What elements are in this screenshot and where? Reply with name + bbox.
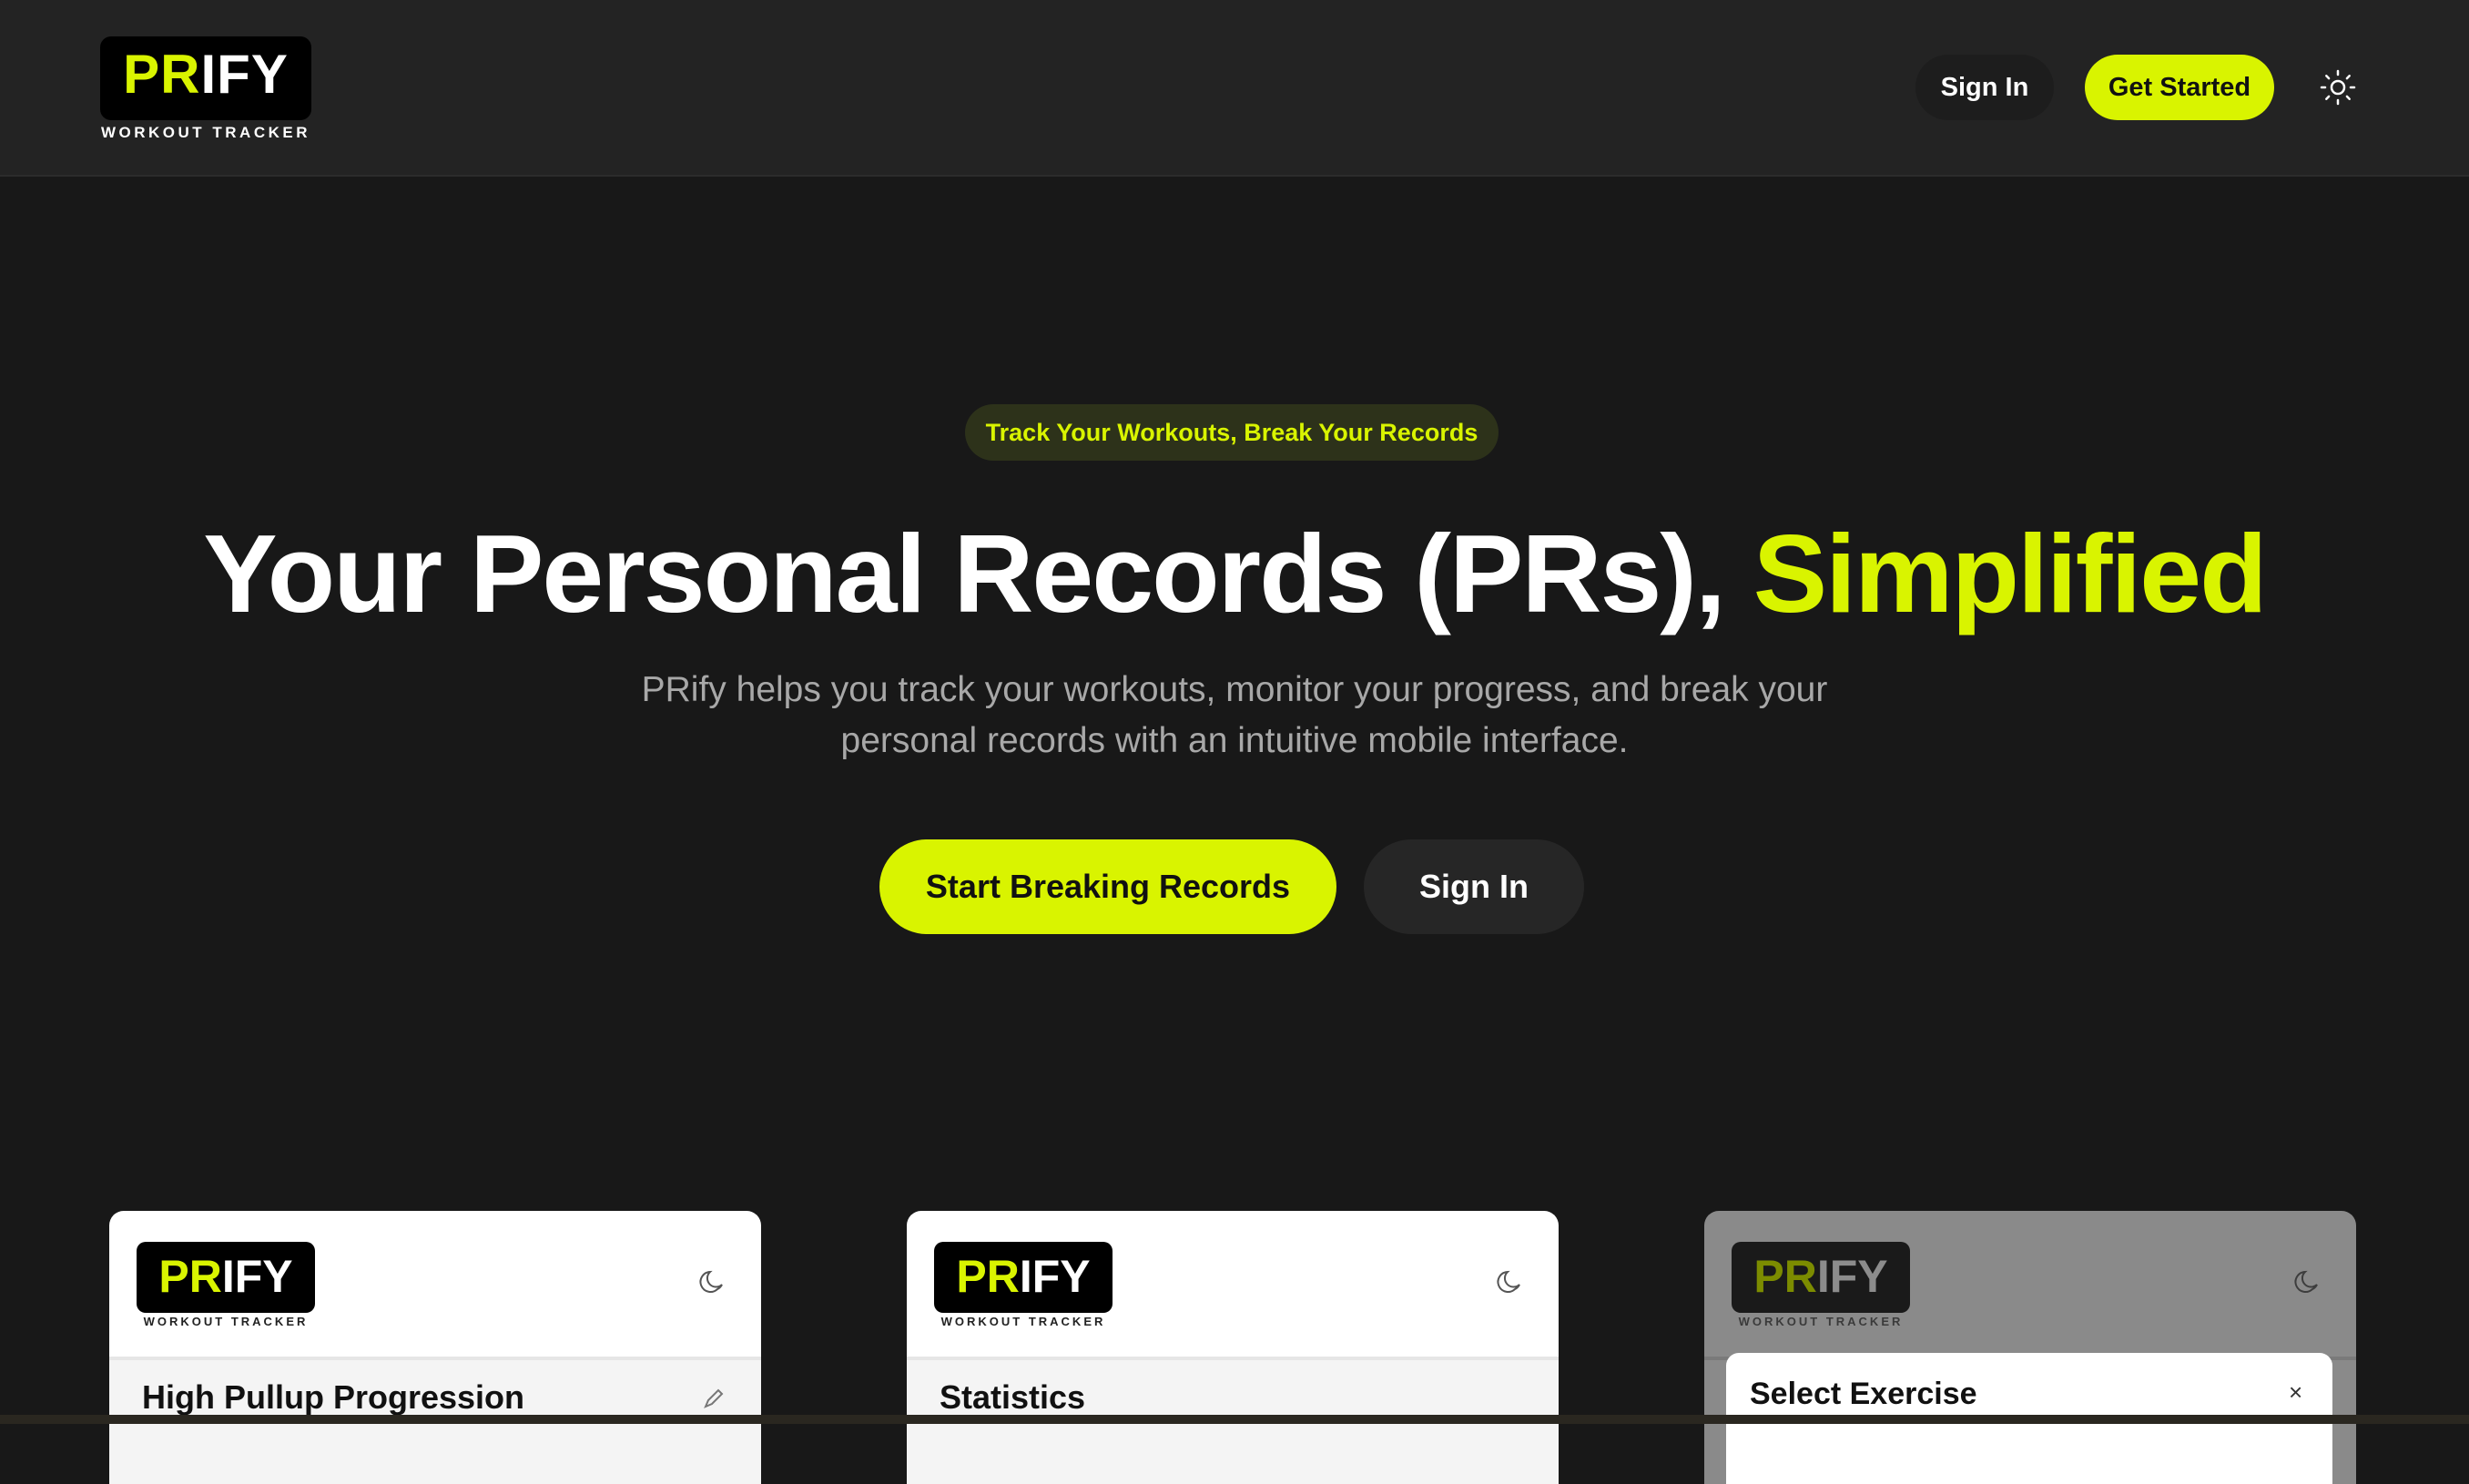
pencil-icon[interactable] <box>701 1386 726 1411</box>
card-header: PRIFY WORKOUT TRACKER <box>1704 1211 2356 1360</box>
card-logo: PRIFY <box>1732 1242 1910 1313</box>
card-logo-tagline: WORKOUT TRACKER <box>940 1315 1106 1328</box>
window-bottom-edge <box>0 1415 2469 1424</box>
hero-subtitle-line-2: personal records with an intuitive mobil… <box>840 721 1629 760</box>
card-logo-tagline: WORKOUT TRACKER <box>1738 1315 1904 1328</box>
hero-badge: Track Your Workouts, Break Your Records <box>965 404 1499 461</box>
hero-subtitle-line-1: PRify helps you track your workouts, mon… <box>641 670 1828 709</box>
hero-title-main: Your Personal Records (PRs), <box>203 512 1753 635</box>
moon-icon[interactable] <box>696 1265 728 1298</box>
start-breaking-records-button[interactable]: Start Breaking Records <box>879 839 1336 934</box>
preview-card-select-exercise[interactable]: PRIFY WORKOUT TRACKER Select Exercise × <box>1704 1211 2356 1484</box>
close-icon[interactable]: × <box>2289 1378 2302 1407</box>
modal-title: Select Exercise <box>1750 1377 1977 1411</box>
get-started-button[interactable]: Get Started <box>2085 55 2274 120</box>
top-navigation-bar: PRIFY WORKOUT TRACKER Sign In Get Starte… <box>0 0 2469 177</box>
prify-logo[interactable]: PRIFY <box>100 36 311 120</box>
sign-in-button[interactable]: Sign In <box>1915 55 2054 120</box>
card-logo: PRIFY <box>934 1242 1113 1313</box>
card-title: High Pullup Progression <box>142 1378 525 1416</box>
hero-subtitle: PRify helps you track your workouts, mon… <box>506 665 1963 767</box>
hero-title: Your Personal Records (PRs), Simplified <box>0 510 2469 637</box>
card-title: Statistics <box>940 1378 1086 1416</box>
moon-icon[interactable] <box>2291 1265 2323 1298</box>
card-header: PRIFY WORKOUT TRACKER <box>907 1211 1559 1360</box>
hero-sign-in-button[interactable]: Sign In <box>1364 839 1584 934</box>
card-header: PRIFY WORKOUT TRACKER <box>109 1211 761 1360</box>
sun-icon[interactable] <box>2316 66 2360 109</box>
logo-tagline: WORKOUT TRACKER <box>100 124 311 141</box>
preview-card-statistics[interactable]: PRIFY WORKOUT TRACKER Statistics <box>907 1211 1559 1484</box>
hero-title-accent: Simplified <box>1753 512 2268 635</box>
logo-wordmark: PRIFY <box>123 44 289 105</box>
preview-card-progression[interactable]: PRIFY WORKOUT TRACKER High Pullup Progre… <box>109 1211 761 1484</box>
card-logo: PRIFY <box>137 1242 315 1313</box>
moon-icon[interactable] <box>1493 1265 1526 1298</box>
card-logo-tagline: WORKOUT TRACKER <box>143 1315 309 1328</box>
